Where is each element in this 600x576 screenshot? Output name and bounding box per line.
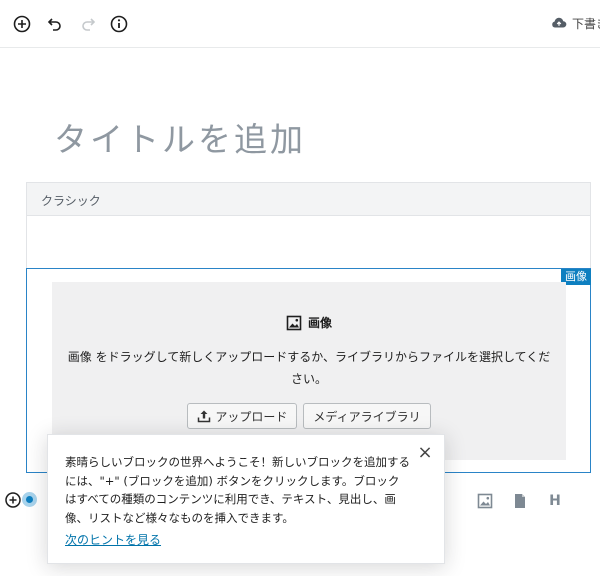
image-placeholder-actions: アップロード メディアライブラリ — [52, 403, 566, 429]
file-icon — [515, 494, 525, 508]
close-tip-button[interactable]: × — [416, 442, 434, 463]
welcome-tip-popover: 素晴らしいブロックの世界へようこそ！新しいブロックを追加するには、"+" (ブロ… — [47, 434, 445, 564]
insert-heading-button[interactable]: H — [545, 491, 565, 511]
cloud-upload-icon — [552, 17, 567, 28]
insert-image-button[interactable] — [475, 491, 495, 511]
image-icon — [477, 493, 493, 509]
image-placeholder-title: 画像 — [52, 314, 566, 331]
classic-block[interactable]: クラシック — [26, 182, 591, 270]
editor-toolbar: 下書き — [0, 0, 600, 48]
post-title-input[interactable]: タイトルを追加 — [54, 113, 306, 161]
insert-file-button[interactable] — [510, 491, 530, 511]
undo-button[interactable] — [43, 12, 67, 36]
redo-button[interactable] — [76, 12, 100, 36]
save-draft-button[interactable]: 下書き — [550, 14, 600, 32]
media-library-button[interactable]: メディアライブラリ — [303, 403, 431, 429]
image-placeholder-label: 画像 — [307, 316, 332, 330]
info-button[interactable] — [107, 12, 131, 36]
image-placeholder-instructions: 画像 をドラッグして新しくアップロードするか、ライブラリからファイルを選択してく… — [67, 350, 551, 386]
tip-indicator-dot — [22, 492, 37, 507]
upload-button[interactable]: アップロード — [187, 403, 298, 429]
tip-text: 素晴らしいブロックの世界へようこそ！新しいブロックを追加するには、"+" (ブロ… — [65, 455, 410, 525]
redo-icon — [82, 18, 96, 31]
next-tip-link[interactable]: 次のヒントを見る — [65, 531, 161, 548]
add-block-button[interactable] — [10, 12, 34, 36]
classic-block-header: クラシック — [27, 183, 590, 216]
upload-label: アップロード — [215, 409, 288, 424]
image-icon — [286, 315, 302, 330]
plus-circle-icon — [13, 15, 31, 33]
upload-icon — [198, 410, 211, 423]
plus-circle-icon — [5, 492, 21, 508]
undo-icon — [47, 18, 61, 31]
save-draft-label: 下書き — [572, 16, 600, 31]
media-library-label: メディアライブラリ — [313, 409, 421, 424]
inline-inserter-button[interactable] — [4, 491, 22, 509]
info-icon — [110, 15, 128, 33]
